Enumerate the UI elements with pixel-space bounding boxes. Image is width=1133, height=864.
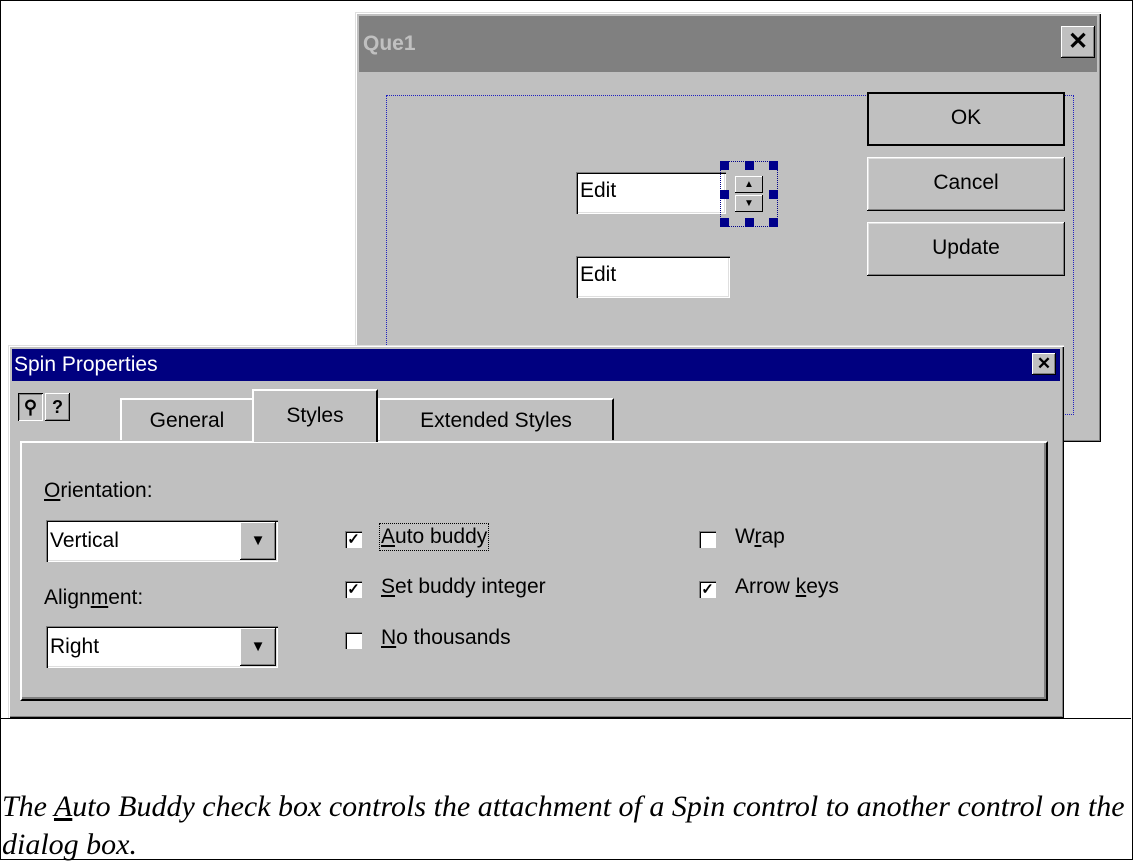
- chevron-down-icon[interactable]: ▼: [240, 522, 276, 560]
- auto-buddy-label[interactable]: Auto buddy: [378, 523, 490, 551]
- tab-extended-styles[interactable]: Extended Styles: [378, 398, 614, 440]
- resize-handle[interactable]: [769, 190, 778, 199]
- figure-caption: The Auto Buddy check box controls the at…: [2, 790, 1125, 861]
- resize-handle[interactable]: [720, 218, 729, 227]
- tab-styles[interactable]: Styles: [252, 389, 378, 442]
- orientation-select[interactable]: Vertical ▼: [46, 520, 278, 562]
- resize-handle[interactable]: [745, 161, 754, 170]
- alignment-label: Alignment:: [44, 586, 144, 609]
- spin-down-icon[interactable]: ▼: [735, 195, 763, 212]
- no-thousands-checkbox[interactable]: [345, 632, 362, 649]
- resize-handle[interactable]: [720, 161, 729, 170]
- alignment-select[interactable]: Right ▼: [46, 626, 278, 668]
- pushpin-icon[interactable]: ⚲: [18, 393, 43, 421]
- spin-up-icon[interactable]: ▲: [735, 176, 763, 193]
- spin-properties-title: Spin Properties: [14, 353, 158, 376]
- orientation-value: Vertical: [50, 529, 119, 552]
- set-buddy-integer-label[interactable]: Set buddy integer: [381, 575, 546, 599]
- alignment-value: Right: [50, 635, 100, 658]
- tab-general[interactable]: General: [120, 398, 254, 440]
- wrap-label[interactable]: Wrap: [735, 525, 785, 549]
- wrap-checkbox[interactable]: [699, 531, 716, 548]
- que1-title-bar[interactable]: Que1: [359, 16, 1097, 72]
- spin-properties-title-bar[interactable]: Spin Properties: [12, 349, 1060, 381]
- auto-buddy-checkbox[interactable]: ✓: [345, 531, 362, 548]
- help-icon[interactable]: ?: [45, 393, 70, 421]
- frame-divider: [0, 718, 1131, 719]
- spin-properties-close-icon[interactable]: ✕: [1032, 353, 1056, 375]
- que1-close-icon[interactable]: ✕: [1061, 26, 1095, 58]
- edit-field-2[interactable]: Edit: [576, 256, 730, 298]
- resize-handle[interactable]: [769, 218, 778, 227]
- arrow-keys-checkbox[interactable]: ✓: [699, 581, 716, 598]
- resize-handle[interactable]: [720, 190, 729, 199]
- chevron-down-icon[interactable]: ▼: [240, 628, 276, 666]
- set-buddy-integer-checkbox[interactable]: ✓: [345, 581, 362, 598]
- que1-title: Que1: [363, 32, 416, 55]
- arrow-keys-label[interactable]: Arrow keys: [735, 575, 839, 599]
- edit-field-1[interactable]: Edit: [576, 172, 726, 214]
- resize-handle[interactable]: [769, 161, 778, 170]
- ok-button[interactable]: OK: [867, 92, 1065, 146]
- resize-handle[interactable]: [745, 218, 754, 227]
- spin-control[interactable]: ▲ ▼: [731, 172, 769, 216]
- orientation-label: Orientation:: [44, 479, 153, 502]
- update-button[interactable]: Update: [867, 222, 1065, 276]
- no-thousands-label[interactable]: No thousands: [381, 626, 511, 650]
- cancel-button[interactable]: Cancel: [867, 157, 1065, 211]
- spin-properties-dialog: Spin Properties ✕ ⚲ ? General Styles Ext…: [8, 345, 1064, 718]
